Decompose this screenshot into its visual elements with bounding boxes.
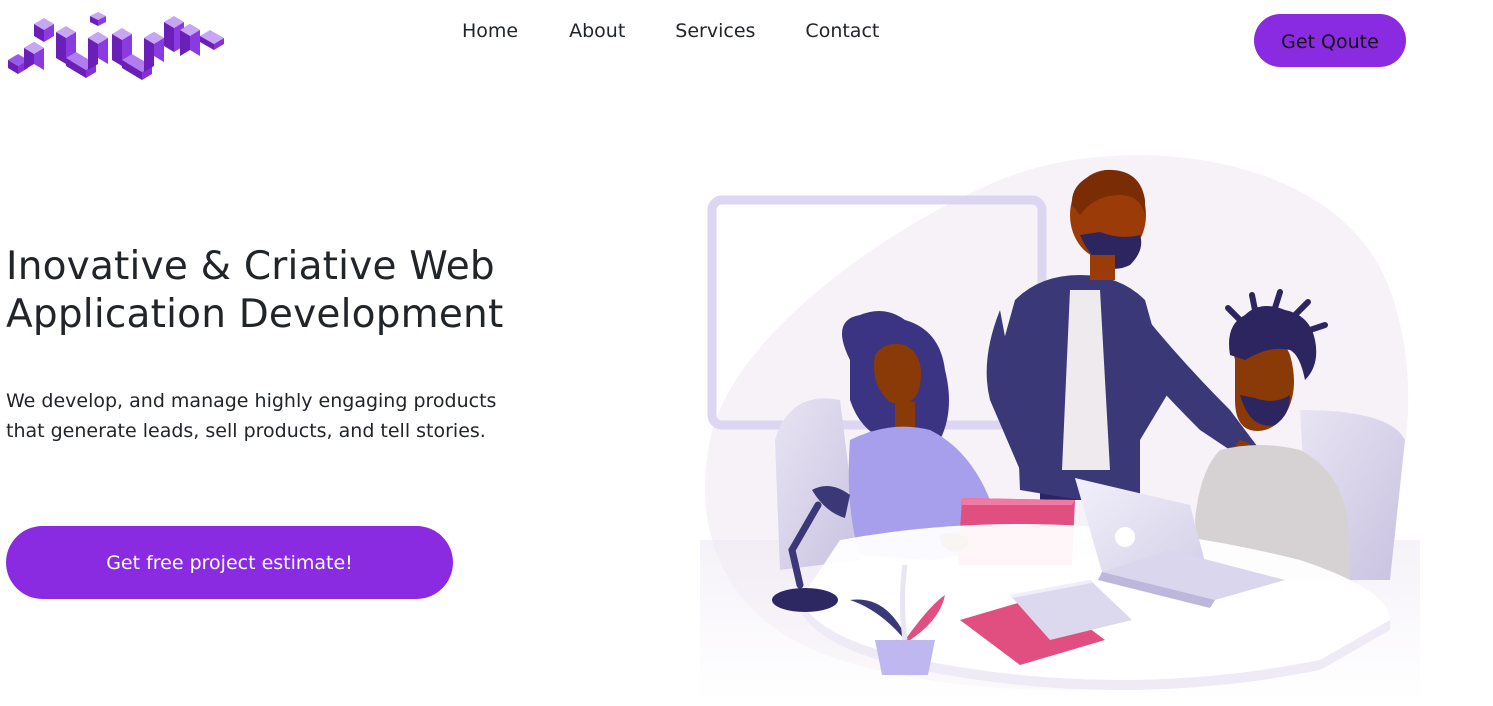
- hero-title-line1: Inovative & Criative Web: [6, 244, 495, 289]
- nav-contact[interactable]: Contact: [793, 18, 891, 44]
- hero-title-line2: Application Development: [6, 292, 504, 337]
- project-estimate-button[interactable]: Get free project estimate!: [6, 526, 453, 599]
- main-nav: Home About Services Contact: [450, 18, 891, 44]
- nav-home[interactable]: Home: [450, 18, 530, 44]
- nav-about[interactable]: About: [557, 18, 637, 44]
- landing-page: Home About Services Contact Get Qoute In…: [0, 0, 1493, 706]
- brand-logo[interactable]: [4, 8, 224, 80]
- hero-title: Inovative & Criative Web Application Dev…: [6, 243, 566, 339]
- get-quote-button[interactable]: Get Qoute: [1254, 14, 1406, 67]
- hero-description: We develop, and manage highly engaging p…: [6, 390, 497, 442]
- team-meeting-illustration: [700, 155, 1420, 700]
- nav-services[interactable]: Services: [663, 18, 767, 44]
